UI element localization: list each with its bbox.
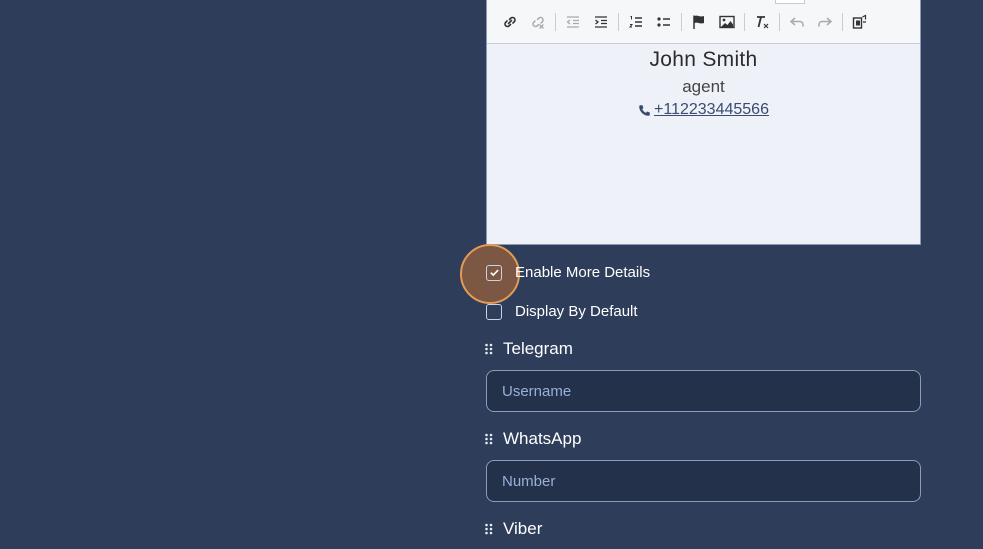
toolbar-separator bbox=[555, 12, 556, 31]
drag-handle-icon[interactable] bbox=[484, 342, 494, 356]
toolbar-separator bbox=[842, 12, 843, 31]
toolbar-separator bbox=[779, 12, 780, 31]
telegram-placeholder: Username bbox=[502, 382, 572, 400]
display-by-default-checkbox[interactable] bbox=[486, 303, 502, 320]
source-button[interactable] bbox=[849, 11, 871, 33]
unlink-icon bbox=[532, 16, 544, 29]
viber-title: Viber bbox=[503, 519, 543, 538]
flag-icon bbox=[693, 15, 704, 29]
redo-icon bbox=[818, 16, 833, 26]
rich-text-editor: John Smith agent +112233445566 bbox=[486, 0, 921, 245]
signature-phone-link[interactable]: +112233445566 bbox=[638, 101, 769, 119]
indent-button[interactable] bbox=[590, 11, 612, 33]
drag-handle-icon[interactable] bbox=[484, 522, 494, 536]
image-icon bbox=[719, 15, 735, 28]
indent-icon bbox=[595, 15, 607, 28]
checkmark-icon bbox=[489, 269, 499, 277]
toolbar-separator bbox=[618, 12, 619, 31]
link-button[interactable] bbox=[499, 11, 521, 33]
enable-more-details-option[interactable]: Enable More Details bbox=[486, 264, 650, 281]
outdent-button[interactable] bbox=[562, 11, 584, 33]
enable-more-details-checkbox[interactable] bbox=[486, 264, 502, 281]
image-button[interactable] bbox=[716, 11, 738, 33]
telegram-title: Telegram bbox=[503, 339, 573, 358]
toolbar-tab bbox=[775, 0, 805, 4]
numbered-list-button[interactable] bbox=[625, 11, 647, 33]
bulleted-list-icon bbox=[657, 16, 670, 27]
display-by-default-label: Display By Default bbox=[515, 303, 638, 320]
editor-content[interactable]: John Smith agent +112233445566 bbox=[487, 44, 920, 122]
editor-toolbar bbox=[487, 0, 920, 44]
telegram-username-input[interactable]: Username bbox=[486, 370, 921, 412]
whatsapp-number-input[interactable]: Number bbox=[486, 460, 921, 502]
toolbar-separator bbox=[681, 12, 682, 31]
signature-phone-number: +112233445566 bbox=[654, 101, 769, 118]
numbered-list-icon bbox=[628, 15, 642, 27]
signature-role: agent bbox=[682, 77, 725, 96]
link-icon bbox=[504, 16, 516, 27]
undo-button[interactable] bbox=[786, 11, 808, 33]
outdent-icon bbox=[566, 15, 579, 28]
redo-button[interactable] bbox=[814, 11, 836, 33]
whatsapp-title: WhatsApp bbox=[503, 429, 582, 448]
enable-more-details-label: Enable More Details bbox=[515, 264, 651, 281]
clear-format-icon bbox=[757, 15, 769, 28]
flag-button[interactable] bbox=[688, 11, 710, 33]
telegram-field-header: Telegram bbox=[484, 339, 573, 359]
undo-icon bbox=[789, 16, 804, 26]
whatsapp-placeholder: Number bbox=[502, 472, 556, 490]
display-by-default-option[interactable]: Display By Default bbox=[486, 303, 638, 320]
phone-icon bbox=[639, 104, 650, 116]
bulleted-list-button[interactable] bbox=[653, 11, 675, 33]
drag-handle-icon[interactable] bbox=[484, 432, 494, 446]
viber-field-header: Viber bbox=[484, 519, 542, 539]
toolbar-separator bbox=[744, 12, 745, 31]
unlink-button[interactable] bbox=[527, 11, 549, 33]
signature-name: John Smith bbox=[649, 48, 758, 71]
source-icon bbox=[852, 14, 867, 29]
whatsapp-field-header: WhatsApp bbox=[484, 429, 581, 449]
clear-format-button[interactable] bbox=[751, 11, 773, 33]
